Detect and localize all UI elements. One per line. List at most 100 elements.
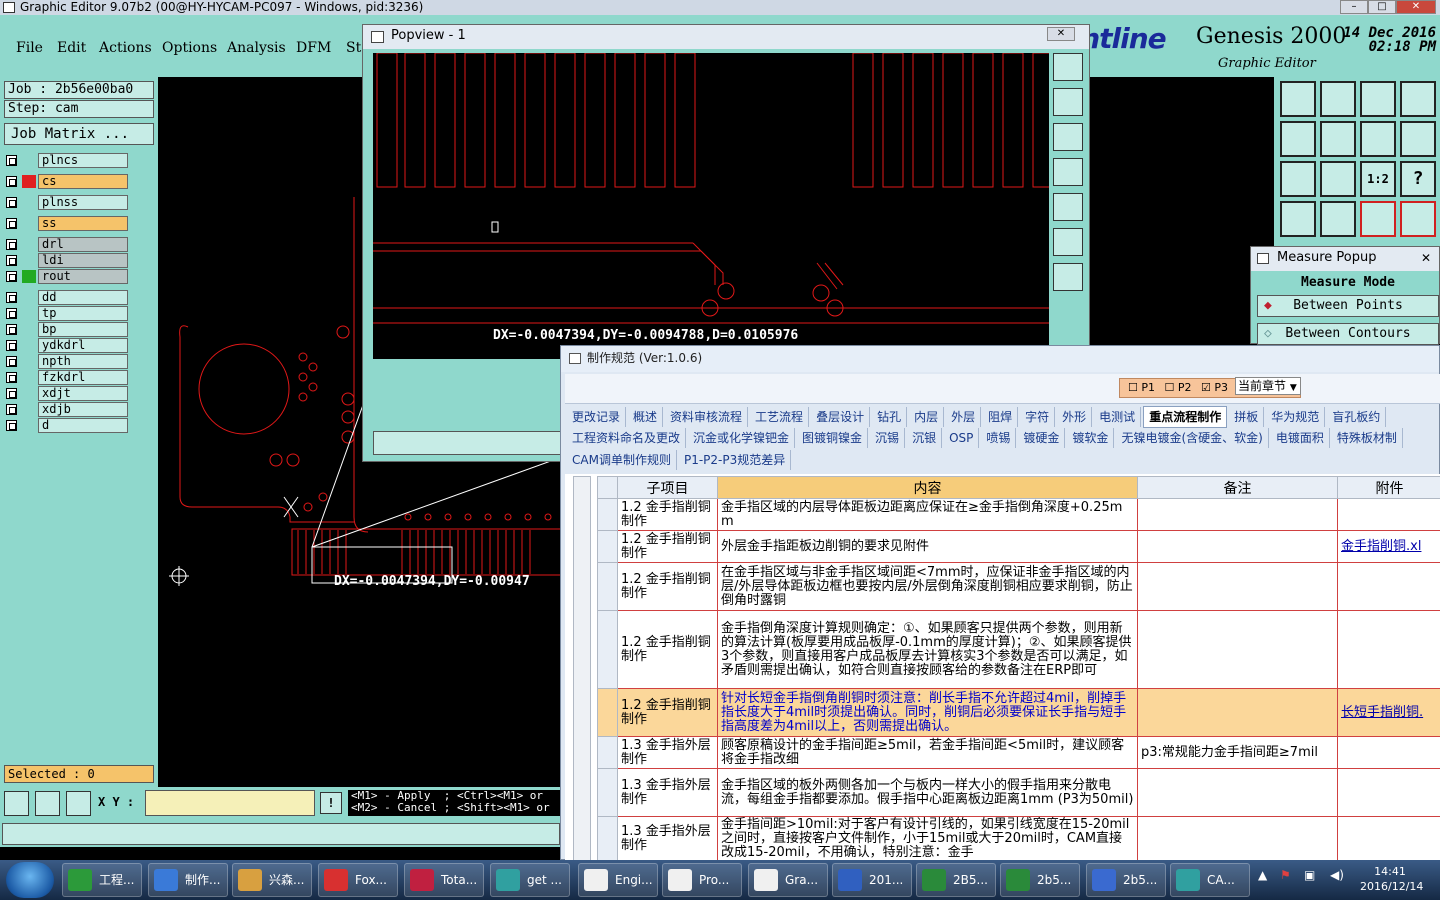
tab-tabs_row1-2[interactable]: 资料审核流程: [665, 407, 749, 427]
tab-tabs_row2-5[interactable]: OSP: [944, 428, 980, 448]
menu-edit[interactable]: Edit: [57, 40, 86, 56]
start-button[interactable]: [6, 862, 54, 898]
layer-checkbox[interactable]: [6, 372, 17, 383]
layer-row-plnss[interactable]: plnss: [4, 195, 128, 210]
tab-tabs_row2-9[interactable]: 无镍电镀金(含硬金、软金): [1116, 428, 1269, 448]
table-row[interactable]: 1.2 金手指削铜制作 金手指倒角深度计算规则确定：①、如果顾客只提供两个参数，则…: [597, 610, 1440, 689]
tab-tabs_row2-1[interactable]: 沉金或化学镍钯金: [688, 428, 796, 448]
layer-red2-icon[interactable]: [1400, 201, 1436, 237]
tab-tabs_row1-8[interactable]: 阻焊: [983, 407, 1019, 427]
layer-row-rout[interactable]: rout: [4, 269, 128, 284]
popview-pan-right-icon[interactable]: [1053, 193, 1083, 221]
menu-file[interactable]: File: [16, 40, 43, 56]
taskbar-app-5[interactable]: get ...: [490, 863, 570, 897]
tab-tabs_row1-11[interactable]: 电测试: [1094, 407, 1142, 427]
layer-row-xdjt[interactable]: xdjt: [4, 386, 128, 401]
window-view-icon[interactable]: [1400, 81, 1436, 117]
popview-zoom-out-icon[interactable]: [1053, 263, 1083, 291]
tab-tabs_row2-0[interactable]: 工程资料命名及更改: [567, 428, 687, 448]
settings-icon[interactable]: [1280, 201, 1316, 237]
pan-left-icon[interactable]: [1280, 121, 1316, 157]
tab-tabs_row1-15[interactable]: 盲孔板约: [1327, 407, 1387, 427]
header-note[interactable]: 备注: [1137, 476, 1338, 499]
tool-measure-icon[interactable]: [35, 791, 60, 816]
taskbar-app-10[interactable]: 2B5...: [916, 863, 996, 897]
taskbar-app-9[interactable]: 201...: [832, 863, 912, 897]
tab-tabs_row1-0[interactable]: 更改记录: [567, 407, 627, 427]
layer-checkbox[interactable]: [6, 155, 17, 166]
header-content[interactable]: 内容: [717, 476, 1138, 499]
tab-tabs_row3-0[interactable]: CAM调单制作规则: [567, 450, 677, 470]
popview-pan-left-icon[interactable]: [1053, 158, 1083, 186]
layer-row-d[interactable]: d: [4, 418, 128, 433]
layer-checkbox[interactable]: [6, 324, 17, 335]
tray-flag-icon[interactable]: ⚑: [1280, 868, 1291, 882]
cell-att[interactable]: 金手指削铜.xl: [1337, 530, 1440, 563]
taskbar-app-13[interactable]: CA...: [1170, 863, 1250, 897]
popview-close-button[interactable]: ✕: [1047, 27, 1075, 41]
tool-select-icon[interactable]: [4, 791, 29, 816]
close-button[interactable]: ✕: [1396, 0, 1436, 14]
help-icon[interactable]: ?: [1400, 161, 1436, 197]
tab-tabs_row2-7[interactable]: 镀硬金: [1018, 428, 1066, 448]
tab-tabs_row1-13[interactable]: 拼板: [1229, 407, 1265, 427]
zoom-out-icon[interactable]: [1320, 161, 1356, 197]
xy-input[interactable]: [145, 790, 315, 816]
popview-canvas[interactable]: DX=-0.0047394,DY=-0.0094788,D=0.0105976: [373, 52, 1054, 359]
header-attachment[interactable]: 附件: [1337, 476, 1440, 499]
measure-close-button[interactable]: ✕: [1421, 247, 1431, 269]
tab-tabs_row1-14[interactable]: 华为规范: [1266, 407, 1326, 427]
layer-checkbox[interactable]: [6, 292, 17, 303]
tab-tabs_row1-5[interactable]: 钻孔: [872, 407, 908, 427]
taskbar-app-0[interactable]: 工程...: [62, 863, 142, 897]
taskbar-app-6[interactable]: Engi...: [578, 863, 658, 897]
layer-row-dd[interactable]: dd: [4, 290, 128, 305]
tray-volume-icon[interactable]: ◀): [1330, 868, 1344, 882]
clock[interactable]: 14:41 2016/12/14: [1360, 864, 1423, 894]
layer-checkbox[interactable]: [6, 356, 17, 367]
tab-tabs_row1-3[interactable]: 工艺流程: [750, 407, 810, 427]
tab-tabs_row2-4[interactable]: 沉银: [907, 428, 943, 448]
layer-checkbox[interactable]: [6, 255, 17, 266]
popview-pan-down-icon[interactable]: [1053, 123, 1083, 151]
zoom-in-icon[interactable]: [1280, 161, 1316, 197]
chapter-select[interactable]: 当前章节 ▼: [1235, 377, 1301, 395]
table-row[interactable]: 1.3 金手指外层制作 金手指区域的板外两侧各加一个与板内一样大小的假手指用来分散…: [597, 768, 1440, 817]
table-row[interactable]: 1.2 金手指削铜制作 针对长短金手指倒角削铜时须注意：削长手指不允许超过4mil…: [597, 688, 1440, 737]
popview-zoom-in-icon[interactable]: [1053, 228, 1083, 256]
layer-checkbox[interactable]: [6, 340, 17, 351]
taskbar-app-12[interactable]: 2b5...: [1086, 863, 1166, 897]
zoom-pan-icon[interactable]: [1360, 121, 1396, 157]
tab-tabs_row2-11[interactable]: 特殊板材制: [1332, 428, 1403, 448]
p3-checkbox[interactable]: ☑ P3: [1201, 381, 1228, 394]
alert-icon[interactable]: !: [320, 792, 342, 814]
tool-grid-icon[interactable]: [66, 791, 91, 816]
cell-att[interactable]: 长短手指削铜.: [1337, 688, 1440, 737]
taskbar-app-11[interactable]: 2b5...: [1000, 863, 1080, 897]
p2-checkbox[interactable]: ☐ P2: [1165, 381, 1192, 394]
between-contours-option[interactable]: ◇ Between Contours: [1257, 323, 1439, 345]
menu-dfm[interactable]: DFM: [296, 40, 331, 56]
vertical-scrollbar[interactable]: [573, 476, 591, 861]
layer-checkbox[interactable]: [6, 388, 17, 399]
taskbar-app-4[interactable]: Tota...: [404, 863, 484, 897]
layer-row-cs[interactable]: cs: [4, 174, 128, 189]
home-view-icon[interactable]: [1360, 81, 1396, 117]
pan-right-icon[interactable]: [1320, 121, 1356, 157]
job-matrix-button[interactable]: Job Matrix ...: [4, 123, 154, 145]
layer-checkbox[interactable]: [6, 218, 17, 229]
table-row[interactable]: 1.2 金手指削铜制作 金手指区域的内层导体距板边距离应保证在≥金手指倒角深度+0…: [597, 498, 1440, 531]
tab-tabs_row2-8[interactable]: 镀软金: [1067, 428, 1115, 448]
layer-checkbox[interactable]: [6, 239, 17, 250]
tab-tabs_row1-9[interactable]: 字符: [1020, 407, 1056, 427]
taskbar-app-1[interactable]: 制作...: [148, 863, 228, 897]
tab-tabs_row1-4[interactable]: 叠层设计: [811, 407, 871, 427]
scale-1to2-icon[interactable]: 1:2: [1360, 161, 1396, 197]
tab-tabs_row1-1[interactable]: 概述: [628, 407, 664, 427]
minimize-button[interactable]: –: [1340, 0, 1368, 14]
table-row[interactable]: 1.2 金手指削铜制作 外层金手指距板边削铜的要求见附件 金手指削铜.xl: [597, 530, 1440, 563]
taskbar-app-2[interactable]: 兴森...: [232, 863, 312, 897]
tab-tabs_row2-6[interactable]: 喷锡: [981, 428, 1017, 448]
tray-network-icon[interactable]: ▣: [1304, 868, 1315, 882]
tab-tabs_row1-7[interactable]: 外层: [946, 407, 982, 427]
